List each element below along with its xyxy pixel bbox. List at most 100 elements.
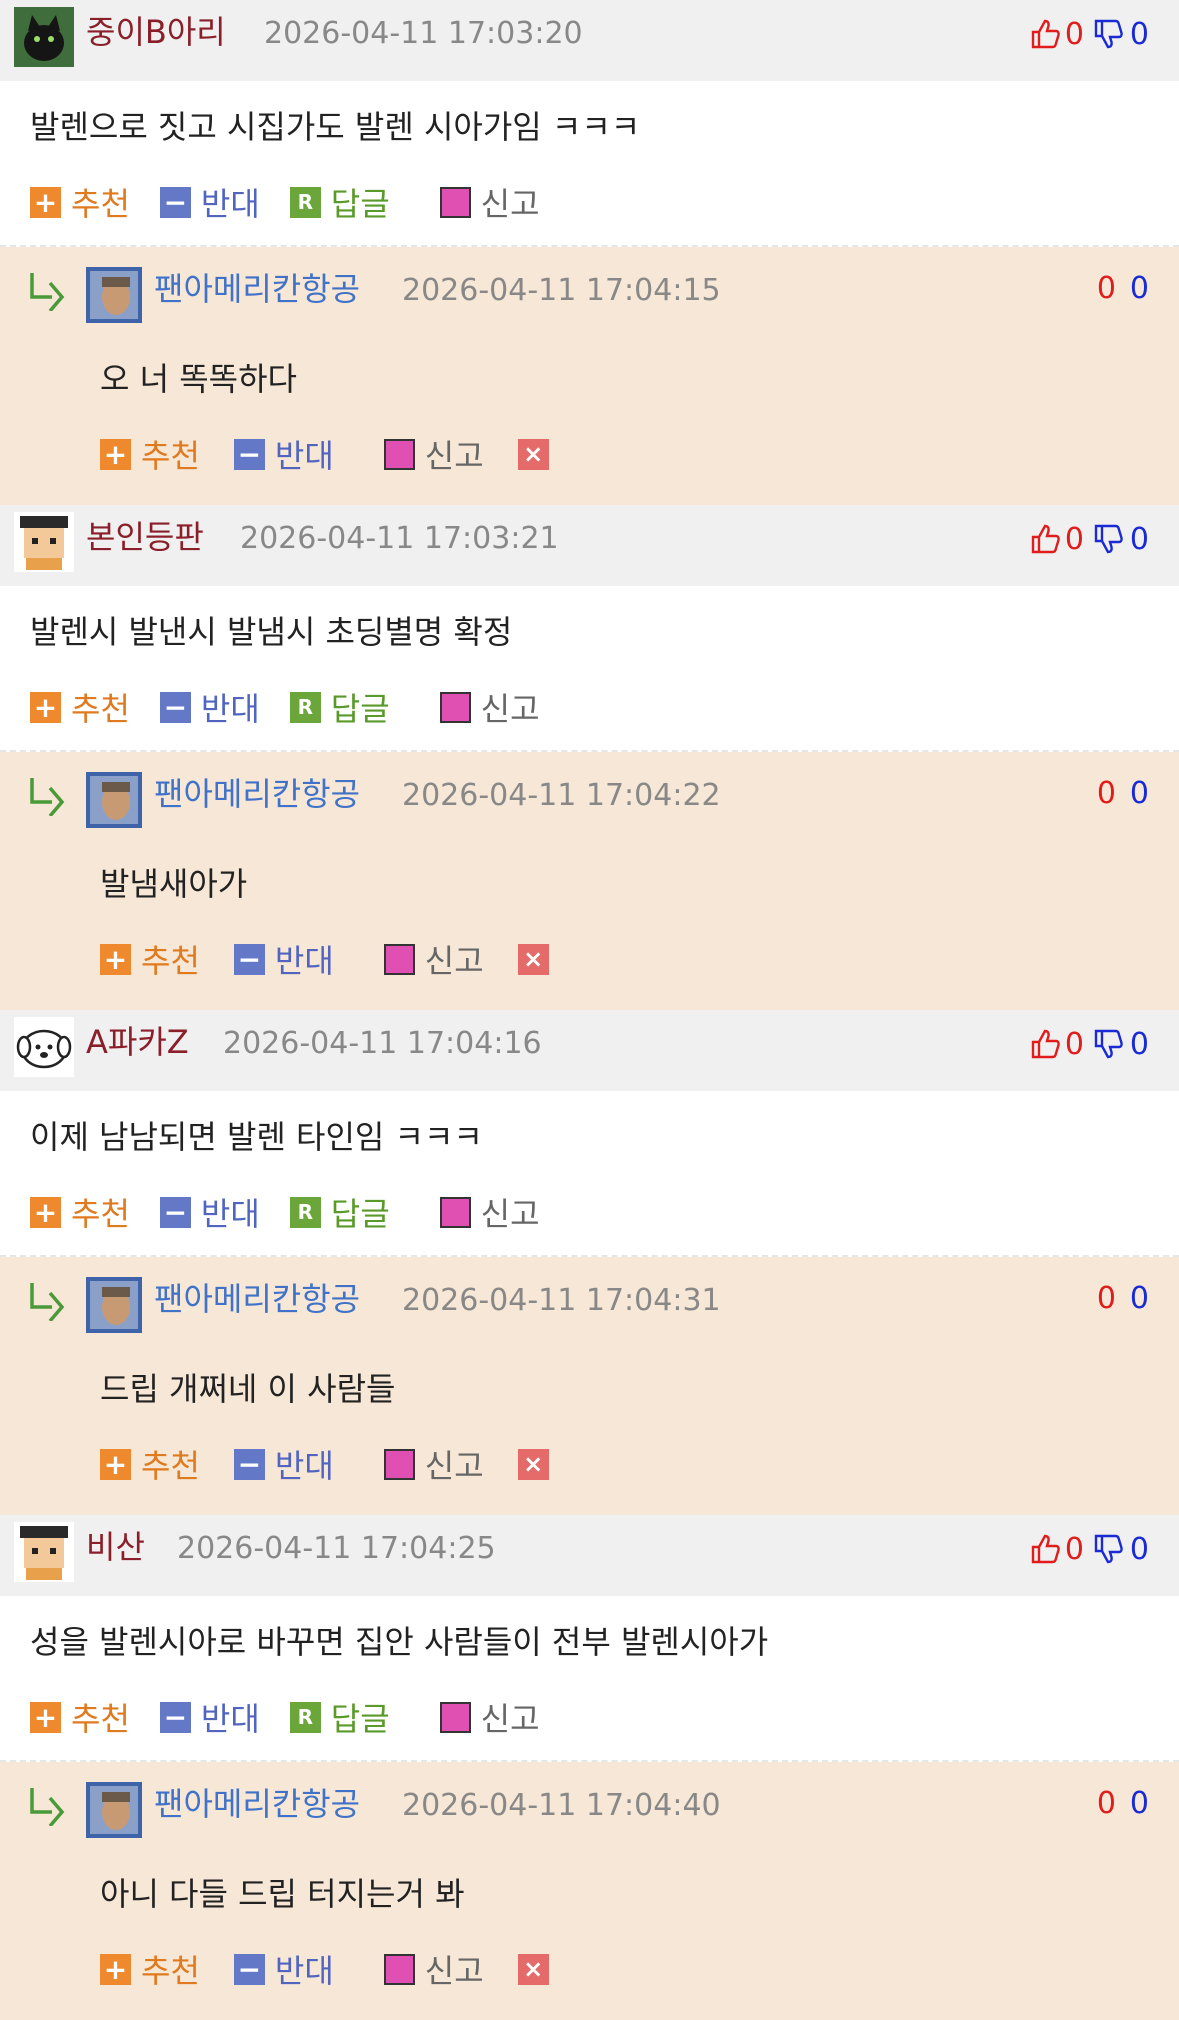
report-button[interactable]: 신고 bbox=[439, 179, 540, 225]
upvote-count: 0 bbox=[1064, 16, 1084, 52]
oppose-button[interactable]: − 반대 bbox=[159, 1189, 260, 1235]
thumbs-up-icon[interactable] bbox=[1029, 523, 1061, 555]
reply-nickname[interactable]: 팬아메리칸항공 bbox=[154, 1279, 360, 1319]
reply-arrow-icon bbox=[30, 1283, 65, 1321]
comment-actions: + 추천 − 반대 R 답글 신고 bbox=[30, 178, 570, 226]
plus-icon: + bbox=[100, 943, 131, 976]
recommend-button[interactable]: + 추천 bbox=[30, 1189, 130, 1235]
reply-button[interactable]: R 답글 bbox=[289, 1694, 390, 1740]
pixel-boy-avatar-icon[interactable] bbox=[14, 512, 74, 572]
reply-date: 2026-04-11 17:04:40 bbox=[402, 1788, 721, 1823]
thumbs-up-icon[interactable] bbox=[1029, 1533, 1061, 1565]
siren-icon bbox=[383, 1953, 415, 1985]
recommend-button[interactable]: + 추천 bbox=[30, 179, 130, 225]
reply-item: 팬아메리칸항공 2026-04-11 17:04:31 00 드립 개쩌네 이 … bbox=[0, 1257, 1179, 1515]
oppose-label: 반대 bbox=[274, 1447, 334, 1485]
oppose-button[interactable]: − 반대 bbox=[159, 179, 260, 225]
comment-actions: + 추천 − 반대 R 답글 신고 bbox=[30, 1188, 570, 1236]
thumbs-up-icon[interactable] bbox=[1029, 18, 1061, 50]
thumbs-down-icon[interactable] bbox=[1092, 1533, 1124, 1565]
oppose-button[interactable]: − 반대 bbox=[233, 1946, 334, 1992]
comment-list: 중이B아리 2026-04-11 17:03:20 0 0 발렌으로 짓고 시집… bbox=[0, 0, 1179, 2020]
comment-nickname[interactable]: 비산 bbox=[86, 1527, 145, 1567]
oppose-label: 반대 bbox=[274, 1952, 334, 1990]
delete-button[interactable]: × bbox=[517, 1953, 559, 1985]
reply-button[interactable]: R 답글 bbox=[289, 684, 390, 730]
comment-nickname[interactable]: A파카Z bbox=[86, 1022, 189, 1062]
reply-nickname[interactable]: 팬아메리칸항공 bbox=[154, 1784, 360, 1824]
report-label: 신고 bbox=[480, 185, 540, 223]
siren-icon bbox=[439, 1196, 471, 1228]
comment-header: 비산 2026-04-11 17:04:25 0 0 bbox=[0, 1515, 1179, 1596]
thumbs-down-icon[interactable] bbox=[1092, 523, 1124, 555]
comment-nickname[interactable]: 중이B아리 bbox=[86, 12, 226, 52]
photo-avatar-icon[interactable] bbox=[86, 772, 142, 828]
report-button[interactable]: 신고 bbox=[383, 431, 484, 477]
pixel-boy-avatar-icon[interactable] bbox=[14, 1522, 74, 1582]
reply-button[interactable]: R 답글 bbox=[289, 179, 390, 225]
delete-button[interactable]: × bbox=[517, 943, 559, 975]
report-button[interactable]: 신고 bbox=[383, 1441, 484, 1487]
report-button[interactable]: 신고 bbox=[439, 1189, 540, 1235]
delete-x-icon: × bbox=[517, 1448, 549, 1480]
minus-icon: − bbox=[159, 1196, 191, 1229]
recommend-button[interactable]: + 추천 bbox=[100, 431, 200, 477]
recommend-label: 추천 bbox=[141, 1952, 200, 1990]
thumbs-up-icon[interactable] bbox=[1029, 1028, 1061, 1060]
comment-thread: 중이B아리 2026-04-11 17:03:20 0 0 발렌으로 짓고 시집… bbox=[0, 0, 1179, 505]
reply-upvote-count: 0 bbox=[1096, 271, 1116, 306]
dog-avatar-icon[interactable] bbox=[14, 1017, 74, 1077]
delete-button[interactable]: × bbox=[517, 1448, 559, 1480]
oppose-label: 반대 bbox=[200, 1195, 260, 1233]
reply-nickname[interactable]: 팬아메리칸항공 bbox=[154, 269, 360, 309]
photo-avatar-icon[interactable] bbox=[86, 1782, 142, 1838]
reply-arrow-icon bbox=[30, 273, 65, 311]
reply-date: 2026-04-11 17:04:31 bbox=[402, 1283, 721, 1318]
report-button[interactable]: 신고 bbox=[439, 1694, 540, 1740]
recommend-button[interactable]: + 추천 bbox=[30, 1694, 130, 1740]
reply-downvote-count: 0 bbox=[1129, 776, 1149, 811]
reply-actions: + 추천 − 반대 신고 × bbox=[100, 1945, 593, 1993]
report-label: 신고 bbox=[424, 1952, 484, 1990]
reply-label: 답글 bbox=[330, 185, 390, 223]
recommend-button[interactable]: + 추천 bbox=[100, 1441, 200, 1487]
oppose-button[interactable]: − 반대 bbox=[233, 936, 334, 982]
report-label: 신고 bbox=[480, 690, 540, 728]
delete-x-icon: × bbox=[517, 943, 549, 975]
minus-icon: − bbox=[233, 943, 265, 976]
comment-nickname[interactable]: 본인등판 bbox=[86, 517, 204, 557]
photo-avatar-icon[interactable] bbox=[86, 1277, 142, 1333]
report-button[interactable]: 신고 bbox=[383, 936, 484, 982]
plus-icon: + bbox=[30, 691, 61, 724]
photo-avatar-icon[interactable] bbox=[86, 267, 142, 323]
black-cat-avatar-icon[interactable] bbox=[14, 7, 74, 67]
downvote-count: 0 bbox=[1129, 521, 1149, 557]
reply-nickname[interactable]: 팬아메리칸항공 bbox=[154, 774, 360, 814]
comment-text: 성을 발렌시아로 바꾸면 집안 사람들이 전부 발렌시아가 bbox=[30, 1623, 769, 1661]
report-label: 신고 bbox=[424, 1447, 484, 1485]
report-button[interactable]: 신고 bbox=[383, 1946, 484, 1992]
oppose-button[interactable]: − 반대 bbox=[233, 431, 334, 477]
recommend-button[interactable]: + 추천 bbox=[100, 1946, 200, 1992]
comment-date: 2026-04-11 17:03:21 bbox=[240, 521, 559, 556]
plus-icon: + bbox=[30, 186, 61, 219]
thumbs-down-icon[interactable] bbox=[1092, 18, 1124, 50]
reply-r-icon: R bbox=[289, 1701, 321, 1733]
oppose-button[interactable]: − 반대 bbox=[159, 1694, 260, 1740]
recommend-button[interactable]: + 추천 bbox=[100, 936, 200, 982]
reply-button[interactable]: R 답글 bbox=[289, 1189, 390, 1235]
recommend-label: 추천 bbox=[71, 1700, 130, 1738]
reply-vote-counts: 00 bbox=[1097, 774, 1149, 814]
report-button[interactable]: 신고 bbox=[439, 684, 540, 730]
recommend-button[interactable]: + 추천 bbox=[30, 684, 130, 730]
reply-actions: + 추천 − 반대 신고 × bbox=[100, 1440, 593, 1488]
reply-vote-counts: 00 bbox=[1097, 269, 1149, 309]
delete-button[interactable]: × bbox=[517, 438, 559, 470]
thumbs-down-icon[interactable] bbox=[1092, 1028, 1124, 1060]
reply-downvote-count: 0 bbox=[1129, 1281, 1149, 1316]
vote-counts: 0 0 bbox=[1029, 1024, 1149, 1064]
upvote-count: 0 bbox=[1064, 521, 1084, 557]
plus-icon: + bbox=[30, 1196, 61, 1229]
oppose-button[interactable]: − 반대 bbox=[159, 684, 260, 730]
oppose-button[interactable]: − 반대 bbox=[233, 1441, 334, 1487]
